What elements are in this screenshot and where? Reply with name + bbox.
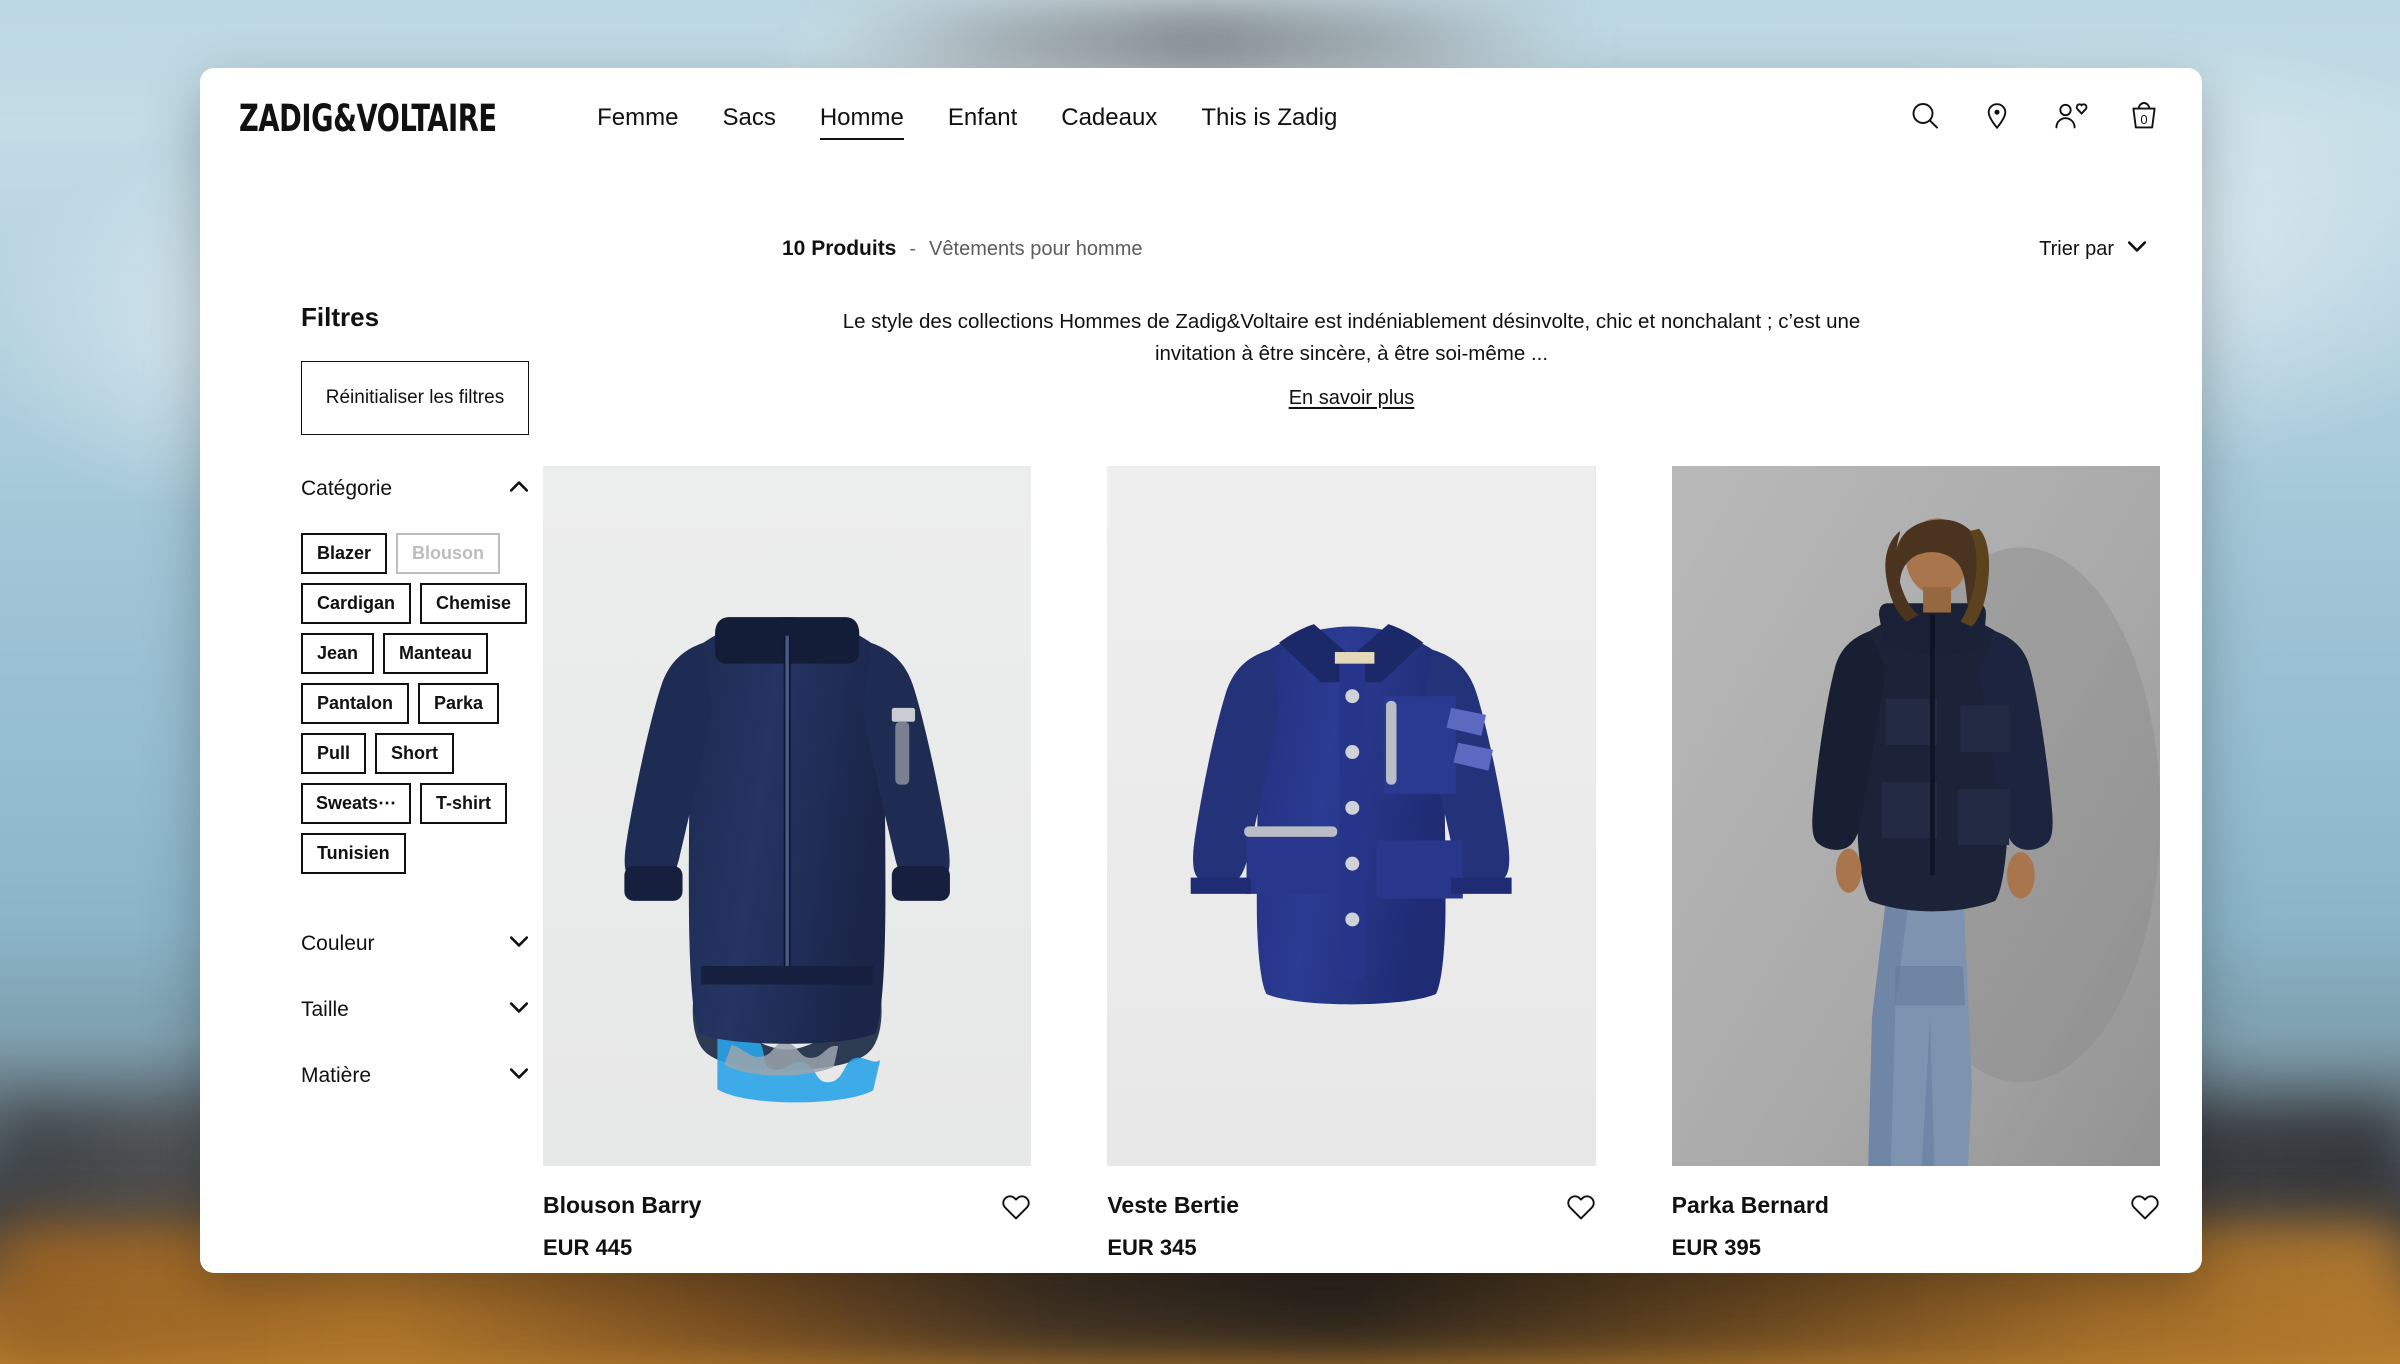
filter-header-matiere[interactable]: Matière — [301, 1058, 529, 1094]
filter-label-matiere: Matière — [301, 1064, 372, 1087]
browser-window: ZADIG&VOLTAIRE Femme Sacs Homme Enfant C… — [200, 68, 2202, 1273]
category-breadcrumb: Vêtements pour homme — [929, 238, 1143, 260]
product-card[interactable]: Parka Bernard EUR 395 — [1671, 465, 2160, 1261]
filter-label-taille: Taille — [301, 998, 349, 1021]
category-chip-jean[interactable]: Jean — [301, 633, 375, 674]
filter-section-taille: Taille — [301, 992, 529, 1028]
filter-label-couleur: Couleur — [301, 932, 375, 955]
account-heart-icon[interactable] — [2052, 99, 2090, 138]
page-content: Filtres Réinitialiser les filtres Catégo… — [200, 302, 2202, 1261]
wishlist-heart-icon[interactable] — [1001, 1192, 1031, 1226]
nav-item-this-is-zadig[interactable]: This is Zadig — [1179, 98, 1359, 138]
product-name: Blouson Barry — [543, 1191, 702, 1218]
sort-by-label: Trier par — [2039, 237, 2114, 260]
product-card[interactable]: Veste Bertie EUR 345 — [1107, 465, 1596, 1261]
product-image-parka-bernard[interactable] — [1671, 465, 2160, 1166]
filters-sidebar: Filtres Réinitialiser les filtres Catégo… — [239, 302, 529, 1261]
filter-header-categorie[interactable]: Catégorie — [301, 471, 529, 507]
location-pin-icon[interactable] — [1980, 99, 2014, 138]
site-header: ZADIG&VOLTAIRE Femme Sacs Homme Enfant C… — [200, 68, 2202, 168]
category-intro-text: Le style des collections Hommes de Zadig… — [842, 310, 1861, 365]
results-bar: 10 Produits - Vêtements pour homme Trier… — [200, 216, 2202, 282]
filters-title: Filtres — [301, 302, 380, 332]
category-intro: Le style des collections Hommes de Zadig… — [807, 302, 1897, 410]
product-meta: Veste Bertie EUR 345 — [1107, 1192, 1595, 1261]
product-name: Parka Bernard — [1671, 1191, 1829, 1218]
filter-section-matiere: Matière — [301, 1058, 529, 1094]
category-chip-parka[interactable]: Parka — [418, 683, 500, 724]
header-icon-group: 0 — [1908, 99, 2160, 138]
product-image-veste-bertie[interactable] — [1107, 465, 1596, 1166]
main-navigation: Femme Sacs Homme Enfant Cadeaux This is … — [575, 98, 1359, 140]
category-chip-cardigan[interactable]: Cardigan — [301, 583, 411, 624]
product-price: EUR 345 — [1107, 1234, 1197, 1260]
category-chip-sweats[interactable]: Sweats⋯ — [301, 783, 411, 824]
product-price: EUR 395 — [1671, 1234, 1761, 1260]
sort-by-dropdown[interactable]: Trier par — [2039, 238, 2160, 261]
search-icon[interactable] — [1908, 99, 1942, 138]
shopping-bag-icon[interactable]: 0 — [2128, 99, 2160, 138]
category-chip-blazer[interactable]: Blazer — [301, 533, 388, 574]
product-count: 10 Produits — [782, 237, 897, 260]
category-chip-pull[interactable]: Pull — [301, 733, 367, 774]
chevron-down-icon — [2127, 240, 2147, 258]
nav-item-homme[interactable]: Homme — [798, 98, 926, 140]
category-chip-manteau[interactable]: Manteau — [383, 633, 489, 674]
filter-label-categorie: Catégorie — [301, 477, 393, 500]
filter-section-couleur: Couleur — [301, 926, 529, 962]
product-meta: Blouson Barry EUR 445 — [543, 1192, 1031, 1261]
category-chip-t-shirt[interactable]: T-shirt — [420, 783, 508, 824]
product-price: EUR 445 — [543, 1234, 633, 1260]
nav-item-cadeaux[interactable]: Cadeaux — [1039, 98, 1179, 138]
nav-item-sacs[interactable]: Sacs — [700, 98, 797, 138]
bag-count-badge: 0 — [2140, 111, 2148, 127]
reset-filters-button[interactable]: Réinitialiser les filtres — [301, 361, 529, 435]
brand-logo[interactable]: ZADIG&VOLTAIRE — [239, 97, 497, 140]
product-listing: Le style des collections Hommes de Zadig… — [509, 302, 2160, 1261]
category-chip-short[interactable]: Short — [375, 733, 455, 774]
filter-header-taille[interactable]: Taille — [301, 992, 529, 1028]
product-grid: Blouson Barry EUR 445 Veste Bertie EUR 3… — [543, 465, 2160, 1261]
product-meta: Parka Bernard EUR 395 — [1672, 1192, 2160, 1261]
filter-section-categorie: Catégorie Blazer Blouson Cardigan Chemis… — [301, 471, 529, 874]
product-name: Veste Bertie — [1107, 1191, 1240, 1218]
results-summary: 10 Produits - Vêtements pour homme — [239, 237, 1142, 261]
nav-item-enfant[interactable]: Enfant — [926, 98, 1039, 138]
product-card[interactable]: Blouson Barry EUR 445 — [543, 465, 1032, 1261]
nav-item-femme[interactable]: Femme — [575, 98, 700, 138]
product-image-blouson-barry[interactable] — [543, 465, 1032, 1166]
wishlist-heart-icon[interactable] — [2130, 1192, 2160, 1226]
wishlist-heart-icon[interactable] — [1566, 1192, 1596, 1226]
summary-separator: - — [909, 238, 917, 260]
category-chip-group: Blazer Blouson Cardigan Chemise Jean Man… — [301, 533, 529, 874]
filter-header-couleur[interactable]: Couleur — [301, 926, 529, 962]
category-chip-tunisien[interactable]: Tunisien — [301, 833, 406, 874]
category-chip-blouson: Blouson — [396, 533, 501, 574]
read-more-link[interactable]: En savoir plus — [1289, 387, 1415, 410]
category-chip-pantalon[interactable]: Pantalon — [301, 683, 410, 724]
